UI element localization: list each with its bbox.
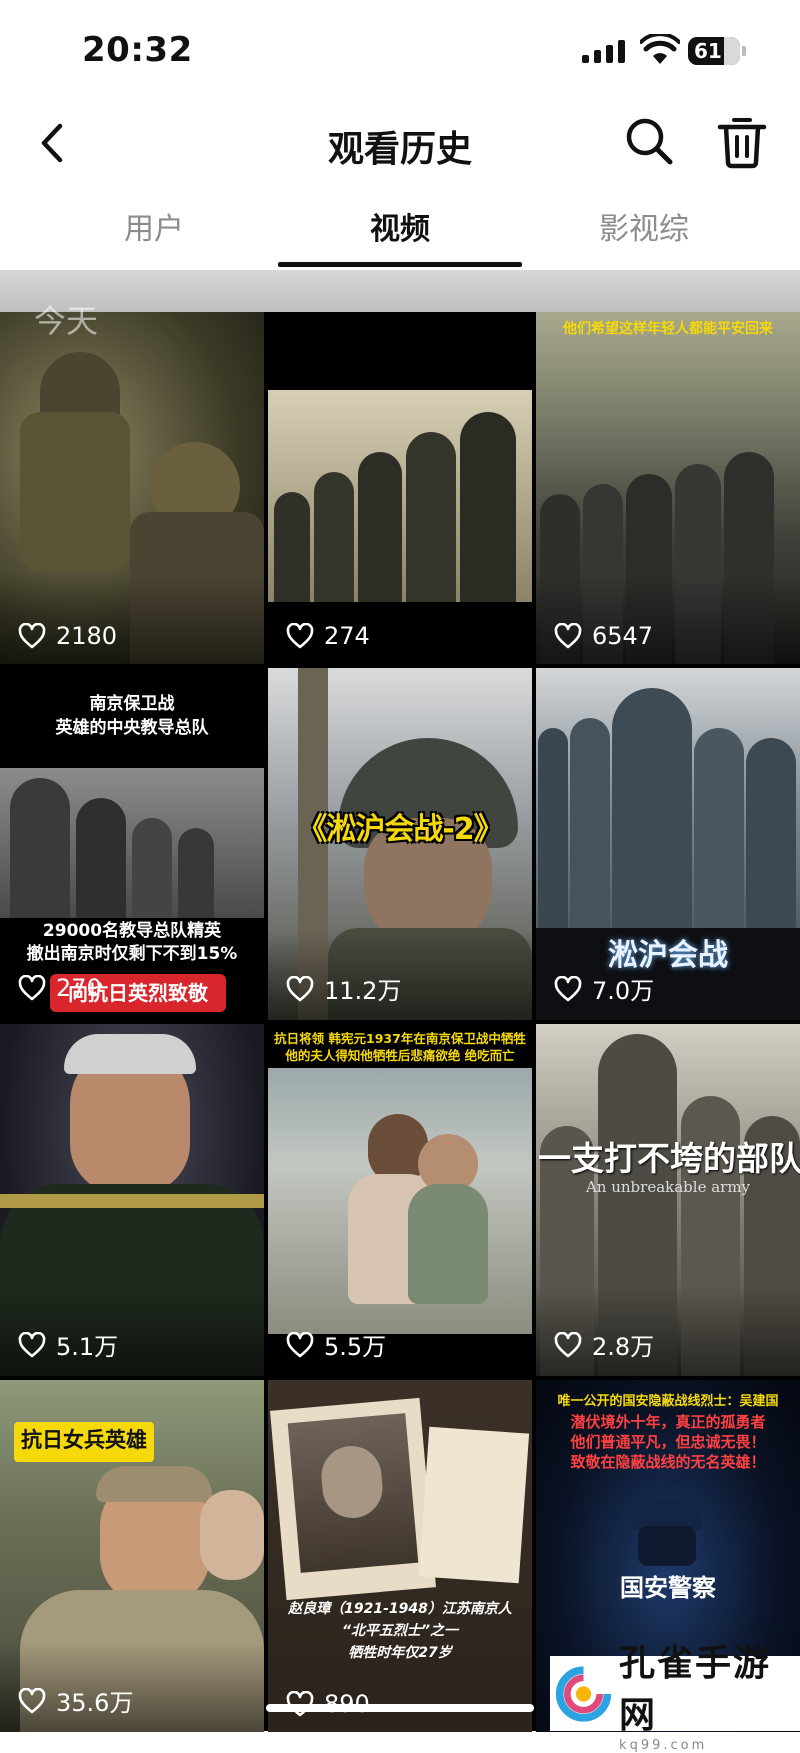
like-count: 6547 [554, 622, 653, 650]
video-caption: 赵良璋（1921-1948）江苏南京人 “北平五烈士”之一 牺牲时年仅27岁 [288, 1601, 512, 1661]
like-count-value: 7.0万 [592, 977, 655, 1005]
battery-icon: 61 [688, 37, 746, 65]
video-tile[interactable]: 2180 [0, 312, 264, 664]
video-grid: 2180 274 他们希望这样年轻人都能平安回来 6547 南京保卫战 英雄的中… [0, 312, 800, 1732]
status-bar: 20:32 61 [0, 0, 800, 100]
video-tile[interactable]: 一支打不垮的部队 An unbreakable army 2.8万 [536, 1024, 800, 1376]
nav-header: 观看历史 [0, 100, 800, 190]
heart-icon [554, 1331, 582, 1357]
trash-icon[interactable] [714, 112, 770, 170]
site-watermark: 孔雀手游网 kq99.com [550, 1643, 800, 1753]
video-tile[interactable]: 5.1万 [0, 1024, 264, 1376]
heart-icon [18, 1687, 46, 1713]
home-indicator [266, 1704, 534, 1712]
heart-icon [286, 623, 314, 649]
like-count-value: 2180 [56, 622, 118, 650]
section-label-today: 今天 [34, 302, 99, 340]
like-count: 274 [286, 622, 370, 650]
like-count-value: 2.8万 [592, 1333, 655, 1361]
like-count: 11.2万 [286, 971, 401, 1006]
like-count-value: 11.2万 [324, 977, 402, 1005]
video-tile[interactable]: 赵良璋（1921-1948）江苏南京人 “北平五烈士”之一 牺牲时年仅27岁 8… [268, 1380, 532, 1732]
heart-icon [554, 975, 582, 1001]
heart-icon [286, 1331, 314, 1357]
heart-icon [18, 623, 46, 649]
heart-icon [18, 1331, 46, 1357]
peacock-logo-icon [555, 1665, 612, 1722]
video-tile[interactable]: 《淞沪会战-2》 11.2万 [268, 668, 532, 1020]
video-tile[interactable]: 南京保卫战 英雄的中央教导总队 29000名教导总队精英 撤出南京时仅剩下不到1… [0, 668, 264, 1020]
section-divider [0, 270, 800, 312]
video-caption-english: An unbreakable army [585, 1178, 751, 1196]
like-count: 5.5万 [286, 1327, 386, 1362]
video-caption-secondary: 29000名教导总队精英 撤出南京时仅剩下不到15% [26, 921, 238, 964]
page-title: 观看历史 [327, 129, 472, 170]
video-caption: 他们希望这样年轻人都能平安回来 [563, 321, 773, 337]
video-tile[interactable]: 抗日将领 韩宪元1937年在南京保卫战中牺牲 他的夫人得知他牺牲后悲痛欲绝 绝吃… [268, 1024, 532, 1376]
watermark-domain: kq99.com [619, 1738, 708, 1753]
like-count-value: 35.6万 [56, 1689, 134, 1717]
heart-icon [286, 975, 314, 1001]
video-caption: 抗日将领 韩宪元1937年在南京保卫战中牺牲 他的夫人得知他牺牲后悲痛欲绝 绝吃… [274, 1031, 526, 1063]
like-count-value: 274 [324, 622, 370, 650]
heart-icon [554, 623, 582, 649]
video-tile[interactable]: 抗日女兵英雄 35.6万 [0, 1380, 264, 1732]
video-tile[interactable]: 淞沪会战 7.0万 [536, 668, 800, 1020]
tab-film-tv[interactable]: 影视综 [524, 204, 764, 248]
search-icon[interactable] [622, 114, 676, 168]
like-count: 270 [18, 974, 102, 1002]
video-caption: 一支打不垮的部队 [538, 1139, 800, 1178]
video-caption-secondary: 潜伏境外十年，真正的孤勇者 他们普通平凡，但忠诚无畏！ 致敬在隐蔽战线的无名英雄… [570, 1413, 766, 1471]
active-tab-indicator [278, 262, 522, 267]
like-count-value: 5.1万 [56, 1333, 119, 1361]
like-count-value: 270 [56, 974, 102, 1002]
video-caption: 南京保卫战 英雄的中央教导总队 [55, 694, 209, 738]
like-count: 2180 [18, 622, 117, 650]
status-time: 20:32 [82, 30, 193, 70]
tab-bar: 用户 视频 影视综 [0, 190, 800, 270]
like-count-value: 5.5万 [324, 1333, 387, 1361]
wifi-icon [640, 34, 680, 64]
video-tile[interactable]: 274 [268, 312, 532, 664]
like-count: 2.8万 [554, 1327, 654, 1362]
cellular-signal-icon [582, 40, 625, 63]
video-caption-title: 国安警察 [620, 1574, 716, 1602]
video-caption: 唯一公开的国安隐蔽战线烈士：吴建国 [557, 1394, 779, 1409]
video-caption: 淞沪会战 [608, 938, 728, 973]
tab-users[interactable]: 用户 [34, 204, 274, 248]
like-count: 5.1万 [18, 1327, 118, 1362]
like-count: 7.0万 [554, 971, 654, 1006]
heart-icon [18, 975, 46, 1001]
tab-videos[interactable]: 视频 [280, 204, 520, 248]
video-tile[interactable]: 他们希望这样年轻人都能平安回来 6547 [536, 312, 800, 664]
video-caption: 《淞沪会战-2》 [297, 812, 503, 847]
battery-level: 61 [694, 39, 722, 63]
like-count: 35.6万 [18, 1683, 133, 1718]
like-count-value: 6547 [592, 622, 654, 650]
watermark-name: 孔雀手游网 [619, 1643, 772, 1736]
video-caption: 抗日女兵英雄 [21, 1428, 147, 1452]
